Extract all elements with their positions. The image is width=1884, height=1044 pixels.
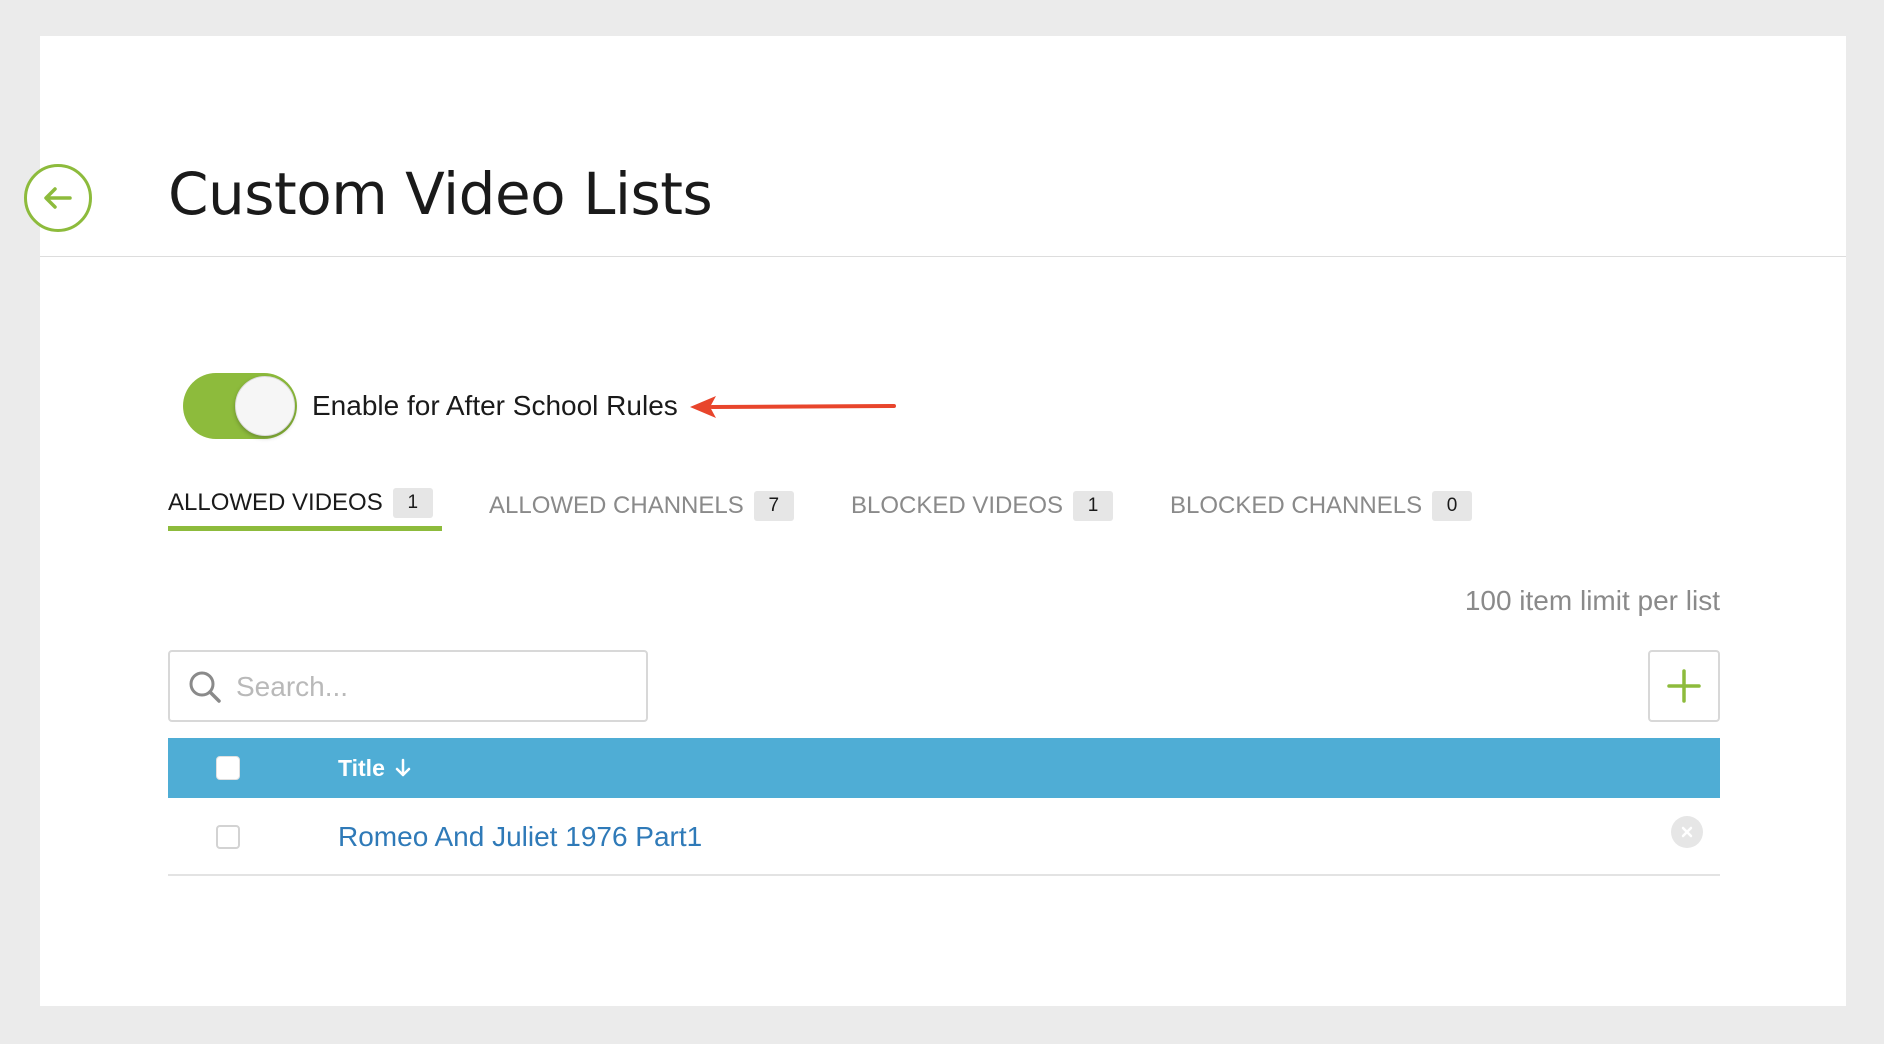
tab-blocked-videos[interactable]: BLOCKED VIDEOS 1 [851,491,1114,521]
tab-label: BLOCKED VIDEOS [851,492,1064,519]
add-item-button[interactable] [1648,650,1720,722]
column-header-label: Title [338,755,385,781]
page-title: Custom Video Lists [168,160,713,228]
title-column-header[interactable]: Title [338,753,411,783]
tab-label: ALLOWED CHANNELS [489,492,744,519]
tab-count-badge: 1 [1073,491,1114,521]
table-row: Romeo And Juliet 1976 Part1 [168,798,1720,876]
arrow-left-icon [43,186,73,210]
video-title-link[interactable]: Romeo And Juliet 1976 Part1 [338,820,702,854]
arrow-down-icon [395,758,411,778]
after-school-toggle[interactable] [183,373,297,439]
row-checkbox[interactable] [216,825,240,849]
search-input[interactable] [234,662,638,712]
plus-icon [1666,668,1702,704]
toggle-label: Enable for After School Rules [312,390,678,421]
active-tab-indicator [168,526,442,531]
back-button[interactable] [24,164,92,232]
tab-count-badge: 0 [1432,491,1473,521]
tab-count-badge: 1 [392,488,433,518]
header-divider [40,256,1846,257]
tab-label: BLOCKED CHANNELS [1170,492,1423,519]
table-header: Title [168,738,1720,798]
search-icon [188,670,222,709]
select-all-checkbox[interactable] [216,756,240,780]
tab-label: ALLOWED VIDEOS [168,489,383,516]
close-circle-icon[interactable] [1671,816,1703,848]
tab-allowed-channels[interactable]: ALLOWED CHANNELS 7 [489,491,794,521]
toggle-knob [235,376,295,436]
tab-allowed-videos[interactable]: ALLOWED VIDEOS 1 [168,488,433,518]
red-arrow-icon [688,390,898,429]
search-box[interactable] [168,650,648,722]
tab-count-badge: 7 [753,491,794,521]
item-limit-text: 100 item limit per list [1464,585,1720,616]
tab-blocked-channels[interactable]: BLOCKED CHANNELS 0 [1170,491,1473,521]
